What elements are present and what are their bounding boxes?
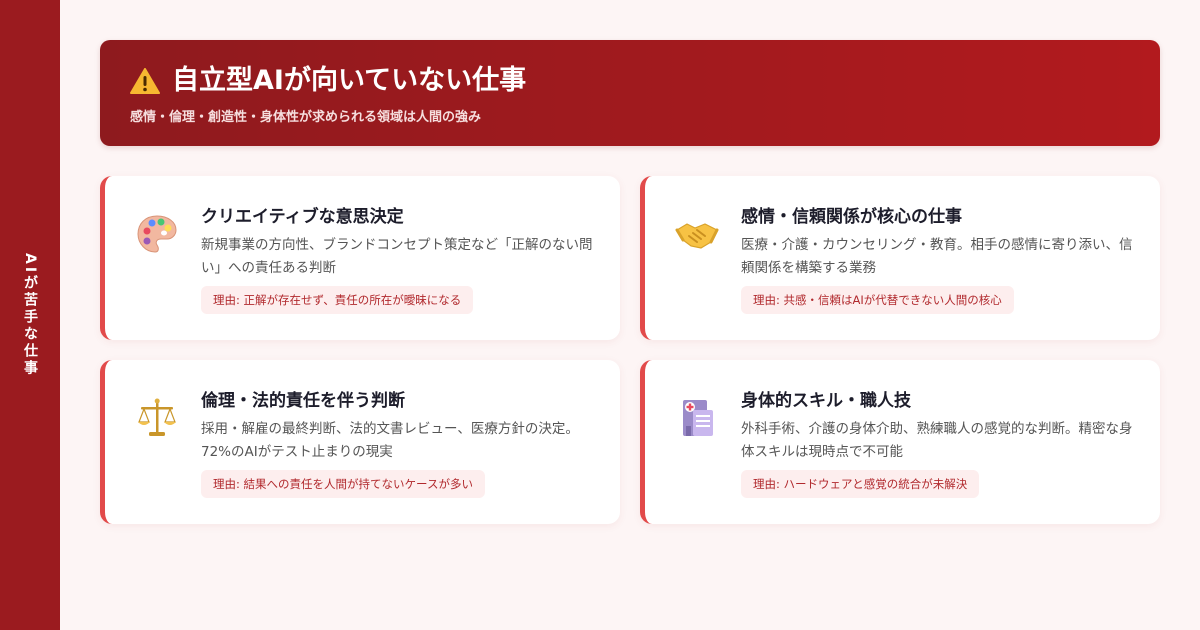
reason-badge: 理由: 結果への責任を人間が持てないケースが多い	[201, 470, 485, 498]
sidebar: AIが苦手な仕事	[0, 0, 60, 630]
sidebar-label: AIが苦手な仕事	[22, 252, 38, 378]
card-title: 身体的スキル・職人技	[741, 391, 911, 411]
scales-icon	[138, 398, 176, 436]
page-subtitle: 感情・倫理・創造性・身体性が求められる領域は人間の強み	[130, 110, 482, 125]
card-title: 感情・信頼関係が核心の仕事	[741, 207, 962, 227]
reason-badge: 理由: ハードウェアと感覚の統合が未解決	[741, 470, 980, 498]
hospital-icon	[683, 400, 713, 436]
card-physical-skill: 身体的スキル・職人技 外科手術、介護の身体介助、熟練職人の感覚的な判断。精密な身…	[640, 360, 1160, 524]
page-title: 自立型AIが向いていない仕事	[172, 65, 527, 96]
header-banner: 自立型AIが向いていない仕事 感情・倫理・創造性・身体性が求められる領域は人間の…	[100, 40, 1160, 146]
card-description: 医療・介護・カウンセリング・教育。相手の感情に寄り添い、信頼関係を構築する業務	[741, 237, 1133, 276]
card-description: 新規事業の方向性、ブランドコンセプト策定など「正解のない問い」への責任ある判断	[201, 237, 593, 276]
reason-badge: 理由: 共感・信頼はAIが代替できない人間の核心	[741, 286, 1014, 314]
card-title: 倫理・法的責任を伴う判断	[201, 391, 405, 411]
card-description: 採用・解雇の最終判断、法的文書レビュー、医療方針の決定。72%のAIがテスト止ま…	[201, 421, 579, 460]
card-creative-decision: クリエイティブな意思決定 新規事業の方向性、ブランドコンセプト策定など「正解のな…	[100, 176, 620, 340]
card-title: クリエイティブな意思決定	[201, 207, 404, 227]
reason-badge: 理由: 正解が存在せず、責任の所在が曖昧になる	[201, 286, 474, 314]
card-description: 外科手術、介護の身体介助、熟練職人の感覚的な判断。精密な身体スキルは現時点で不可…	[741, 421, 1133, 460]
palette-icon	[137, 215, 177, 253]
card-emotion-trust: 感情・信頼関係が核心の仕事 医療・介護・カウンセリング・教育。相手の感情に寄り添…	[640, 176, 1160, 340]
card-ethics-legal: 倫理・法的責任を伴う判断 採用・解雇の最終判断、法的文書レビュー、医療方針の決定…	[100, 360, 620, 524]
banner-title-row: 自立型AIが向いていない仕事	[130, 64, 1130, 98]
handshake-icon	[675, 223, 719, 249]
warning-icon	[130, 68, 160, 94]
